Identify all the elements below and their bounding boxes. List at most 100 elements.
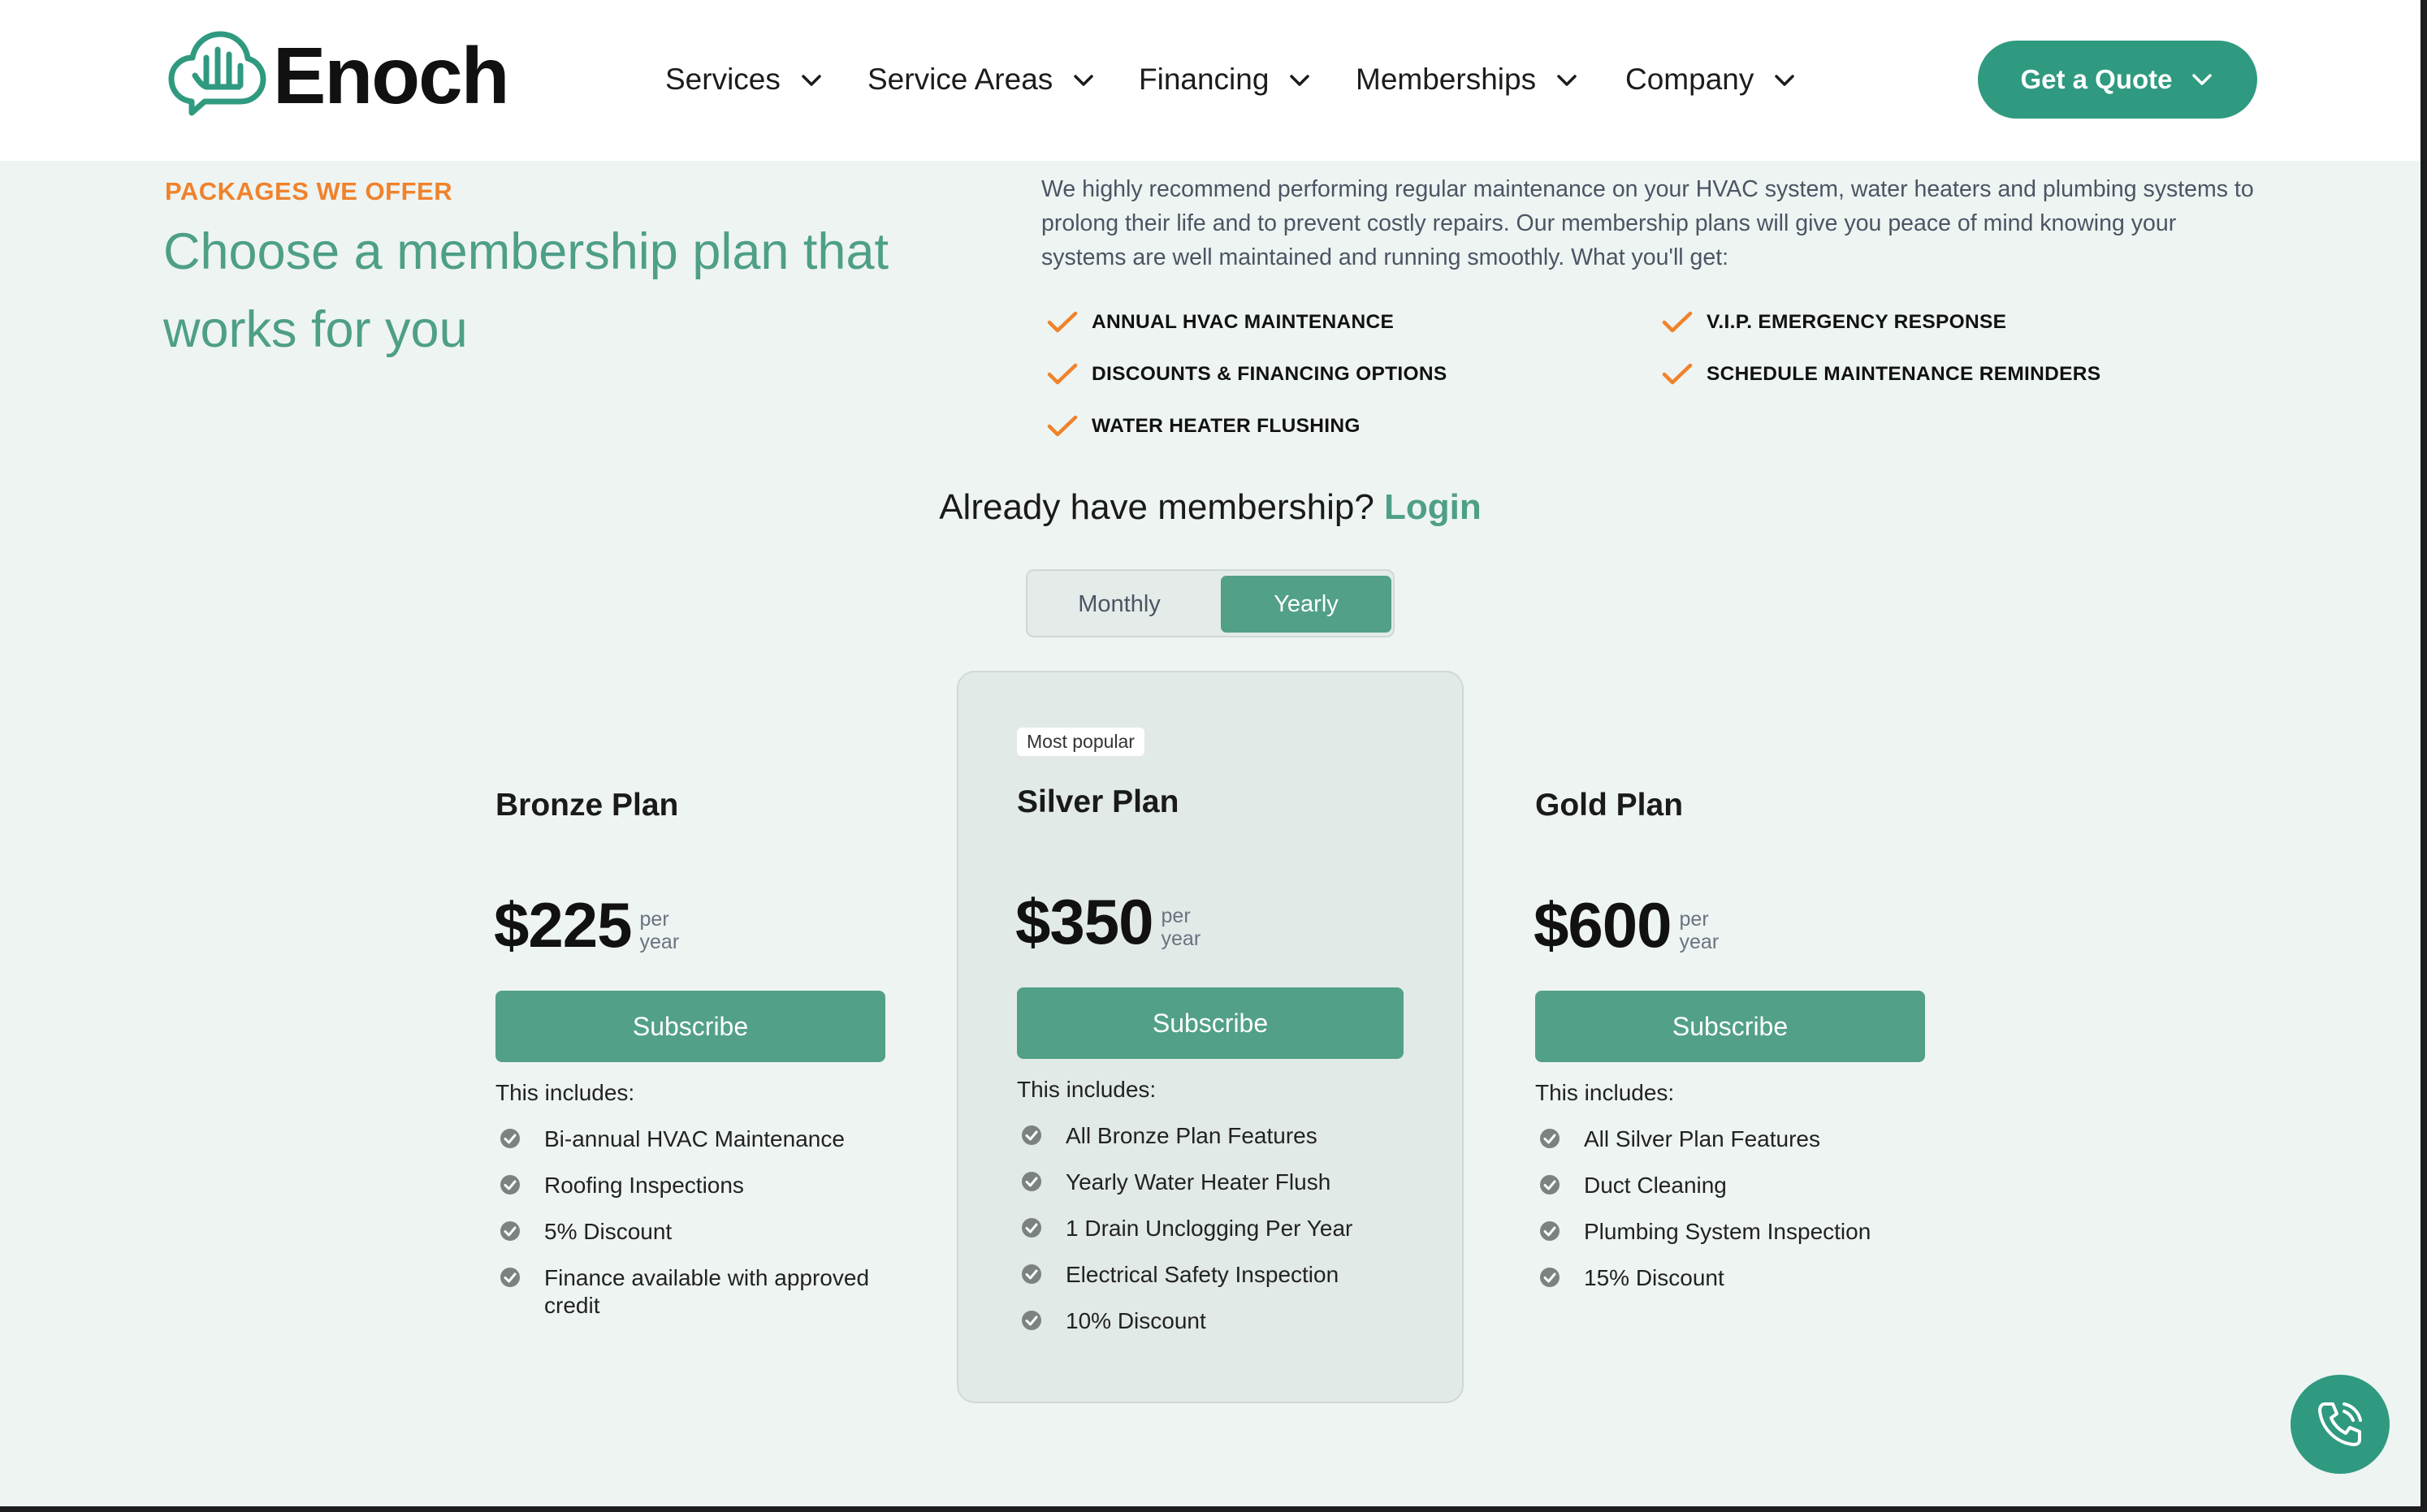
checkmark-icon (1046, 414, 1079, 438)
login-link[interactable]: Login (1384, 487, 1482, 527)
check-circle-icon (499, 1173, 521, 1196)
check-circle-icon (1020, 1216, 1043, 1239)
nav-label: Memberships (1356, 63, 1537, 96)
benefit-label: V.I.P. EMERGENCY RESPONSE (1707, 311, 2007, 333)
login-prompt: Already have membership? Login (0, 487, 2421, 528)
feature-item: 15% Discount (1538, 1264, 1928, 1292)
subscribe-button[interactable]: Subscribe (1535, 991, 1925, 1062)
feature-text: Roofing Inspections (544, 1173, 744, 1198)
subscribe-button[interactable]: Subscribe (495, 991, 885, 1062)
checkmark-icon (1046, 362, 1079, 387)
login-prompt-text: Already have membership? (939, 487, 1374, 527)
feature-item: Yearly Water Heater Flush (1020, 1169, 1443, 1196)
price-period: per year (1162, 905, 1201, 950)
plan-name: Silver Plan (1017, 784, 1179, 819)
feature-text: Electrical Safety Inspection (1066, 1262, 1339, 1287)
section-headline: Choose a membership plan that works for … (163, 223, 889, 358)
price-amount: $350 (1015, 886, 1154, 957)
price-amount: $225 (494, 889, 633, 961)
feature-text: 15% Discount (1584, 1265, 1724, 1290)
plan-name: Bronze Plan (495, 788, 679, 823)
check-circle-icon (1538, 1127, 1561, 1150)
plan-price: $225 per year (494, 893, 679, 957)
check-circle-icon (1538, 1266, 1561, 1289)
checkmark-icon (1661, 310, 1694, 335)
feature-text: All Silver Plan Features (1584, 1126, 1821, 1151)
chevron-down-icon (1554, 67, 1580, 93)
check-circle-icon (1020, 1124, 1043, 1147)
toggle-yearly[interactable]: Yearly (1221, 576, 1391, 633)
price-period-unit: year (1679, 931, 1720, 953)
price-period-per: per (1679, 908, 1709, 931)
nav-label: Company (1625, 63, 1754, 96)
check-circle-icon (1020, 1170, 1043, 1193)
call-button[interactable] (2291, 1375, 2390, 1474)
plan-card-bronze: Bronze Plan $225 per year Subscribe This … (494, 780, 885, 1348)
benefit-label: SCHEDULE MAINTENANCE REMINDERS (1707, 363, 2101, 385)
logo[interactable]: Enoch (167, 29, 509, 122)
check-circle-icon (1538, 1220, 1561, 1242)
feature-text: Bi-annual HVAC Maintenance (544, 1126, 845, 1151)
price-period-unit: year (1161, 927, 1201, 950)
price-period-per: per (1161, 905, 1191, 927)
benefit-item: WATER HEATER FLUSHING (1046, 414, 1361, 438)
nav-financing[interactable]: Financing (1139, 54, 1313, 106)
most-popular-badge: Most popular (1017, 728, 1144, 756)
benefit-item: SCHEDULE MAINTENANCE REMINDERS (1661, 362, 2100, 387)
feature-text: Plumbing System Inspection (1584, 1219, 1871, 1244)
benefit-item: ANNUAL HVAC MAINTENANCE (1046, 310, 1394, 335)
feature-text: 10% Discount (1066, 1308, 1206, 1333)
nav-services[interactable]: Services (665, 54, 824, 106)
price-period: per year (640, 908, 680, 953)
feature-item: Roofing Inspections (499, 1172, 889, 1199)
feature-item: Plumbing System Inspection (1538, 1218, 1928, 1246)
benefit-label: WATER HEATER FLUSHING (1092, 415, 1361, 437)
subscribe-button[interactable]: Subscribe (1017, 987, 1404, 1059)
checkmark-icon (1046, 310, 1079, 335)
nav-label: Service Areas (867, 63, 1053, 96)
price-period-unit: year (639, 931, 680, 953)
toggle-monthly[interactable]: Monthly (1034, 576, 1205, 633)
check-circle-icon (499, 1220, 521, 1242)
feature-item: 1 Drain Unclogging Per Year (1020, 1215, 1443, 1242)
nav-company[interactable]: Company (1625, 54, 1798, 106)
chevron-down-icon (2189, 67, 2215, 93)
plan-card-silver: Most popular Silver Plan $350 per year Su… (957, 671, 1464, 1403)
nav-label: Financing (1139, 63, 1270, 96)
logo-wordmark: Enoch (273, 31, 509, 120)
plan-card-gold: Gold Plan $600 per year Subscribe This in… (1534, 780, 1925, 1348)
feature-text: 1 Drain Unclogging Per Year (1066, 1216, 1353, 1241)
nav-memberships[interactable]: Memberships (1356, 54, 1580, 106)
plan-price: $600 per year (1534, 893, 1719, 957)
billing-period-toggle: Monthly Yearly (1026, 569, 1395, 637)
feature-item: All Silver Plan Features (1538, 1125, 1928, 1153)
check-circle-icon (499, 1127, 521, 1150)
includes-label: This includes: (495, 1080, 635, 1105)
price-period-per: per (639, 908, 669, 931)
benefit-label: ANNUAL HVAC MAINTENANCE (1092, 311, 1395, 333)
nav-label: Services (665, 63, 781, 96)
feature-item: Bi-annual HVAC Maintenance (499, 1125, 889, 1153)
price-period: per year (1680, 908, 1720, 953)
feature-item: Electrical Safety Inspection (1020, 1261, 1443, 1289)
nav-service-areas[interactable]: Service Areas (867, 54, 1097, 106)
get-a-quote-label: Get a Quote (2020, 64, 2173, 94)
includes-label: This includes: (1017, 1077, 1157, 1102)
feature-text: 5% Discount (544, 1219, 673, 1244)
benefit-item: DISCOUNTS & FINANCING OPTIONS (1046, 362, 1447, 387)
feature-item: All Bronze Plan Features (1020, 1122, 1443, 1150)
phone-call-icon (2318, 1402, 2362, 1446)
benefit-label: DISCOUNTS & FINANCING OPTIONS (1092, 363, 1447, 385)
get-a-quote-button[interactable]: Get a Quote (1978, 41, 2257, 119)
page: Enoch Services Service Areas Financing M… (0, 0, 2421, 1506)
feature-list: All Silver Plan Features Duct Cleaning P… (1538, 1125, 1928, 1311)
feature-text: Yearly Water Heater Flush (1066, 1169, 1331, 1194)
feature-text: Finance available with approved credit (544, 1265, 870, 1318)
feature-item: Duct Cleaning (1538, 1172, 1928, 1199)
check-circle-icon (1020, 1263, 1043, 1285)
includes-label: This includes: (1535, 1080, 1675, 1105)
feature-item: 10% Discount (1020, 1307, 1443, 1335)
checkmark-icon (1661, 362, 1694, 387)
section-eyebrow: PACKAGES WE OFFER (165, 177, 453, 205)
plan-name: Gold Plan (1535, 788, 1684, 823)
